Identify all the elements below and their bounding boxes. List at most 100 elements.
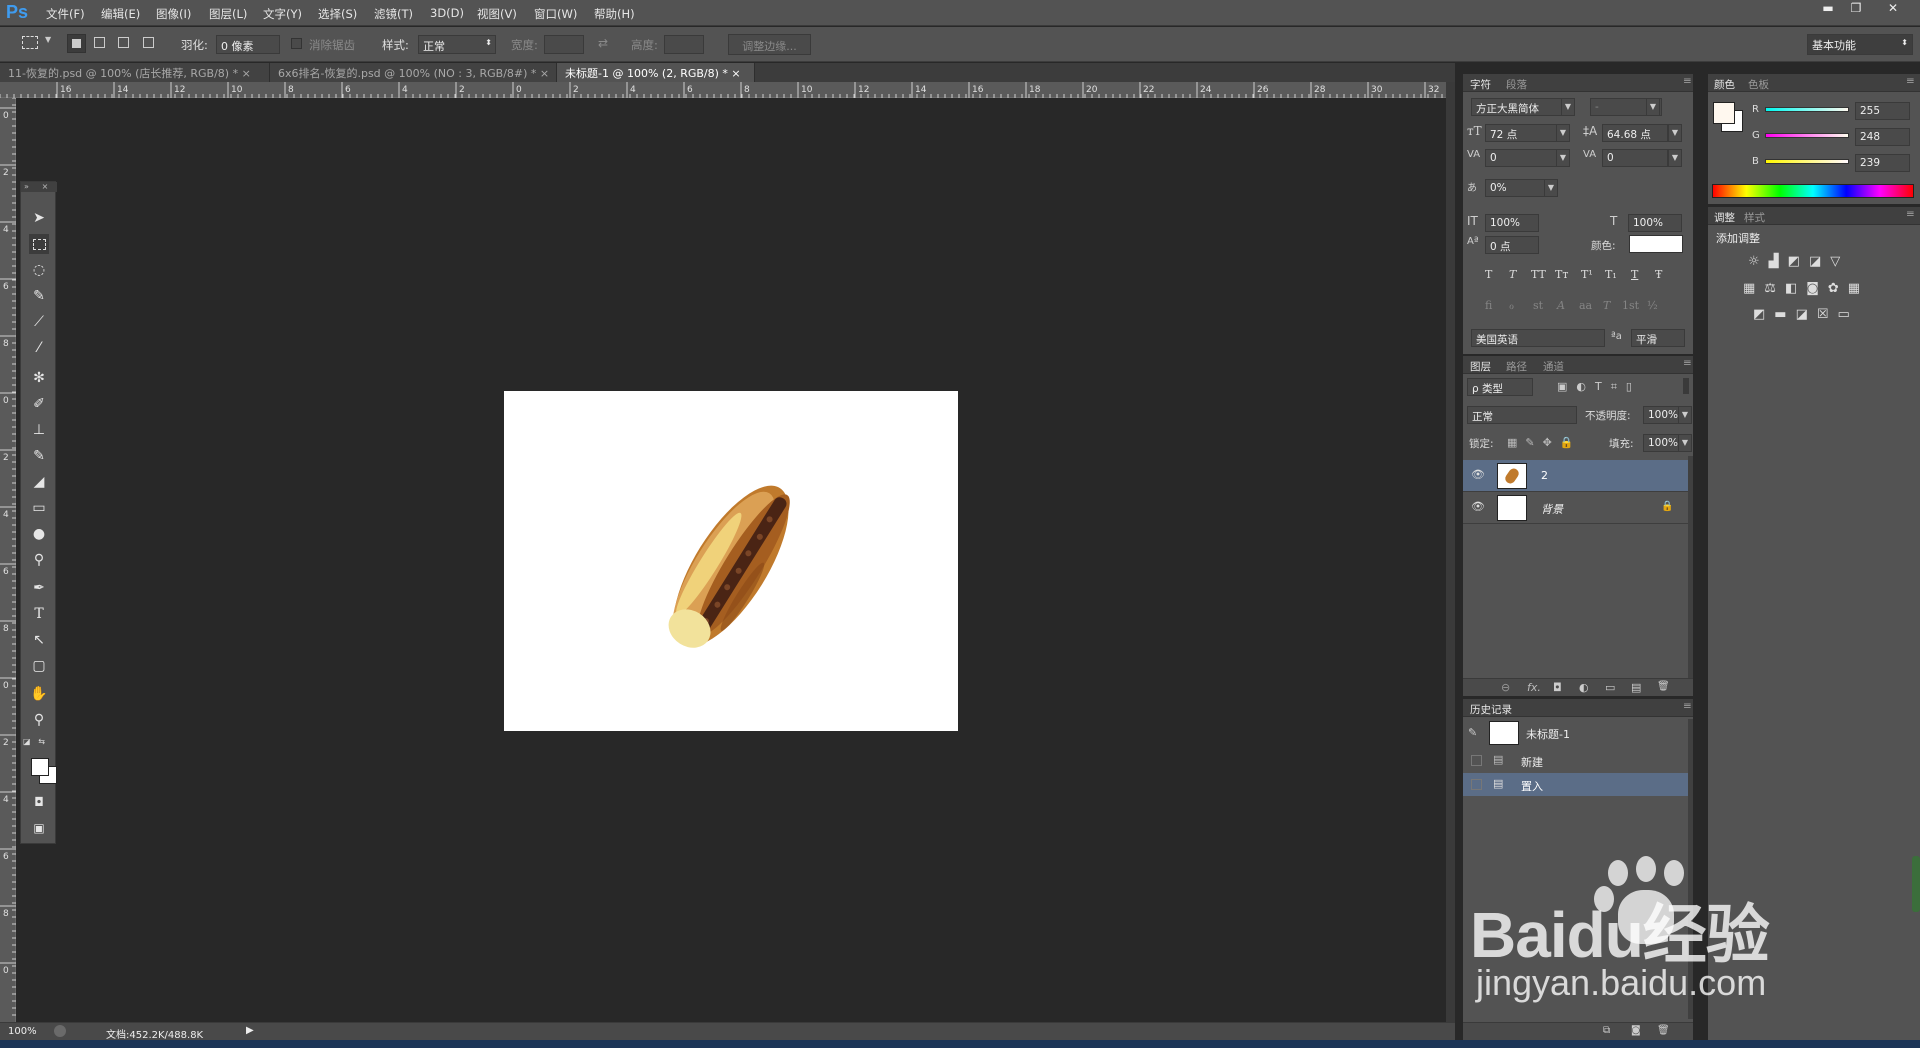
opacity-input[interactable]: 100% [1643, 406, 1679, 424]
exposure-icon[interactable]: ◪ [1809, 254, 1830, 269]
foreground-color-swatch[interactable] [1713, 102, 1735, 124]
selective-color-icon[interactable]: ☒ [1817, 307, 1838, 322]
history-snapshot[interactable]: ✎ 未标题-1 [1463, 719, 1688, 747]
screen-mode-icon[interactable]: ▣ [29, 818, 49, 838]
menu-filter[interactable]: 滤镜(T) [374, 6, 413, 22]
small-caps-button[interactable]: Tт [1555, 268, 1568, 281]
ordinals-button[interactable]: 1st [1622, 299, 1639, 312]
horizontal-scale-input[interactable]: 100% [1628, 214, 1682, 232]
folder-icon[interactable]: ▭ [1605, 681, 1615, 694]
tab-styles[interactable]: 样式 [1744, 210, 1765, 225]
zoom-tool-icon[interactable]: ⚲ [29, 710, 49, 730]
menu-select[interactable]: 选择(S) [318, 6, 357, 22]
path-select-tool-icon[interactable]: ↖ [29, 630, 49, 650]
close-button[interactable]: ✕ [1880, 1, 1906, 17]
eraser-tool-icon[interactable]: ◢ [29, 472, 49, 492]
width-input[interactable] [544, 35, 584, 54]
lasso-tool-icon[interactable]: ◌ [29, 260, 49, 280]
color-spectrum[interactable] [1712, 184, 1914, 198]
faux-bold-button[interactable]: T [1485, 268, 1492, 281]
invert-icon[interactable]: ◩ [1753, 307, 1774, 322]
tab-paragraph[interactable]: 段落 [1506, 77, 1527, 92]
blue-input[interactable]: 239 [1855, 154, 1910, 172]
eye-icon[interactable]: 👁 [1471, 468, 1485, 481]
refine-edge-button[interactable]: 调整边缘... [728, 34, 811, 55]
healing-brush-tool-icon[interactable]: ✻ [29, 368, 49, 388]
leading-input[interactable]: 64.68 点 [1602, 124, 1668, 142]
history-scrollbar[interactable] [1688, 719, 1693, 1019]
clone-stamp-tool-icon[interactable]: ⊥ [29, 420, 49, 440]
tab-doc-1[interactable]: 11-恢复的.psd @ 100% (店长推荐, RGB/8) * × [0, 63, 270, 82]
gradient-tool-icon[interactable]: ▭ [29, 498, 49, 518]
history-brush-tool-icon[interactable]: ✎ [29, 446, 49, 466]
link-layers-icon[interactable]: ⊖ [1501, 681, 1510, 694]
zoom-level[interactable]: 100% [8, 1026, 37, 1037]
new-selection-button[interactable] [67, 34, 86, 53]
faux-italic-button[interactable]: T [1509, 268, 1516, 281]
move-tool-icon[interactable]: ➤ [29, 208, 49, 228]
history-brush-icon[interactable]: ✎ [1468, 726, 1477, 739]
panel-menu-icon[interactable]: ≡ [1683, 75, 1692, 87]
new-document-from-state-icon[interactable]: ⧉ [1603, 1025, 1610, 1036]
panel-menu-icon[interactable]: ≡ [1683, 700, 1692, 712]
adjustment-layer-icon[interactable]: ◐ [1579, 681, 1589, 694]
green-slider[interactable] [1765, 133, 1849, 138]
chevron-down-icon[interactable]: ▼ [1544, 179, 1558, 197]
camera-icon[interactable]: ◙ [1631, 1025, 1641, 1036]
menu-3d[interactable]: 3D(D) [430, 6, 464, 20]
quick-select-tool-icon[interactable]: ✎ [29, 286, 49, 306]
chevron-down-icon[interactable]: ▼ [1556, 124, 1570, 142]
close-icon[interactable]: × [731, 67, 740, 80]
layers-scrollbar[interactable] [1688, 456, 1693, 678]
chevron-down-icon[interactable]: ▼ [1556, 149, 1570, 167]
subscript-button[interactable]: T₁ [1605, 268, 1617, 281]
menu-window[interactable]: 窗口(W) [534, 6, 577, 22]
new-layer-icon[interactable]: ▤ [1631, 681, 1641, 694]
gradient-map-icon[interactable]: ▭ [1838, 307, 1859, 322]
fx-icon[interactable]: fx. [1527, 681, 1541, 694]
hue-sat-icon[interactable]: ▦ [1743, 281, 1764, 296]
tab-paths[interactable]: 路径 [1506, 359, 1527, 374]
trash-icon[interactable]: 🗑 [1657, 681, 1670, 692]
tool-preset-dropdown-icon[interactable]: ▼ [45, 35, 51, 44]
eyedropper-tool-icon[interactable]: ⁄ [29, 338, 49, 358]
tab-layers[interactable]: 图层 [1470, 359, 1491, 374]
rect-marquee-tool-icon[interactable] [29, 234, 49, 254]
history-source-checkbox[interactable] [1471, 755, 1482, 766]
layer-row-background[interactable]: 👁 背景 🔒 [1463, 492, 1688, 524]
menu-layer[interactable]: 图层(L) [209, 6, 247, 22]
history-source-checkbox[interactable] [1471, 779, 1482, 790]
status-arrow-icon[interactable]: ▶ [246, 1025, 254, 1036]
blend-mode-select[interactable]: 正常 [1467, 406, 1577, 424]
pen-tool-icon[interactable]: ✒ [29, 578, 49, 598]
green-input[interactable]: 248 [1855, 128, 1910, 146]
threshold-icon[interactable]: ◪ [1796, 307, 1817, 322]
tab-character[interactable]: 字符 [1470, 77, 1491, 92]
color-lookup-icon[interactable]: ▦ [1848, 281, 1869, 296]
chevron-down-icon[interactable]: ▼ [1561, 98, 1575, 116]
blue-slider[interactable] [1765, 159, 1849, 164]
kerning-input[interactable]: 0 [1485, 149, 1557, 167]
tsume-input[interactable]: 0% [1485, 179, 1545, 197]
posterize-icon[interactable]: ▬ [1774, 307, 1795, 322]
lock-icons[interactable]: ▦✎✥🔒 [1507, 436, 1582, 449]
chevron-down-icon[interactable]: ▼ [1668, 149, 1682, 167]
strikethrough-button[interactable]: Ŧ [1655, 268, 1662, 281]
add-mask-icon[interactable]: ◘ [1553, 681, 1562, 694]
text-color-swatch[interactable] [1629, 235, 1683, 253]
black-white-icon[interactable]: ◧ [1785, 281, 1806, 296]
chevron-down-icon[interactable]: ▼ [1678, 406, 1692, 424]
dodge-tool-icon[interactable]: ⚲ [29, 550, 49, 570]
history-item-new[interactable]: ▤ 新建 [1463, 749, 1688, 772]
tab-channels[interactable]: 通道 [1543, 359, 1564, 374]
tab-history[interactable]: 历史记录 [1470, 702, 1512, 717]
crop-tool-icon[interactable]: ⟋ [29, 312, 49, 332]
menu-help[interactable]: 帮助(H) [594, 6, 635, 22]
all-caps-button[interactable]: TT [1531, 268, 1546, 281]
foreground-color-swatch[interactable] [31, 758, 49, 776]
default-colors-icon[interactable]: ◪ ⇆ [23, 737, 45, 746]
layer-filter-icons[interactable]: ▣◐T⌗▯ [1557, 380, 1641, 394]
quick-mask-icon[interactable]: ◘ [29, 792, 49, 812]
close-icon[interactable]: × [540, 67, 549, 80]
blur-tool-icon[interactable]: ● [29, 524, 49, 544]
